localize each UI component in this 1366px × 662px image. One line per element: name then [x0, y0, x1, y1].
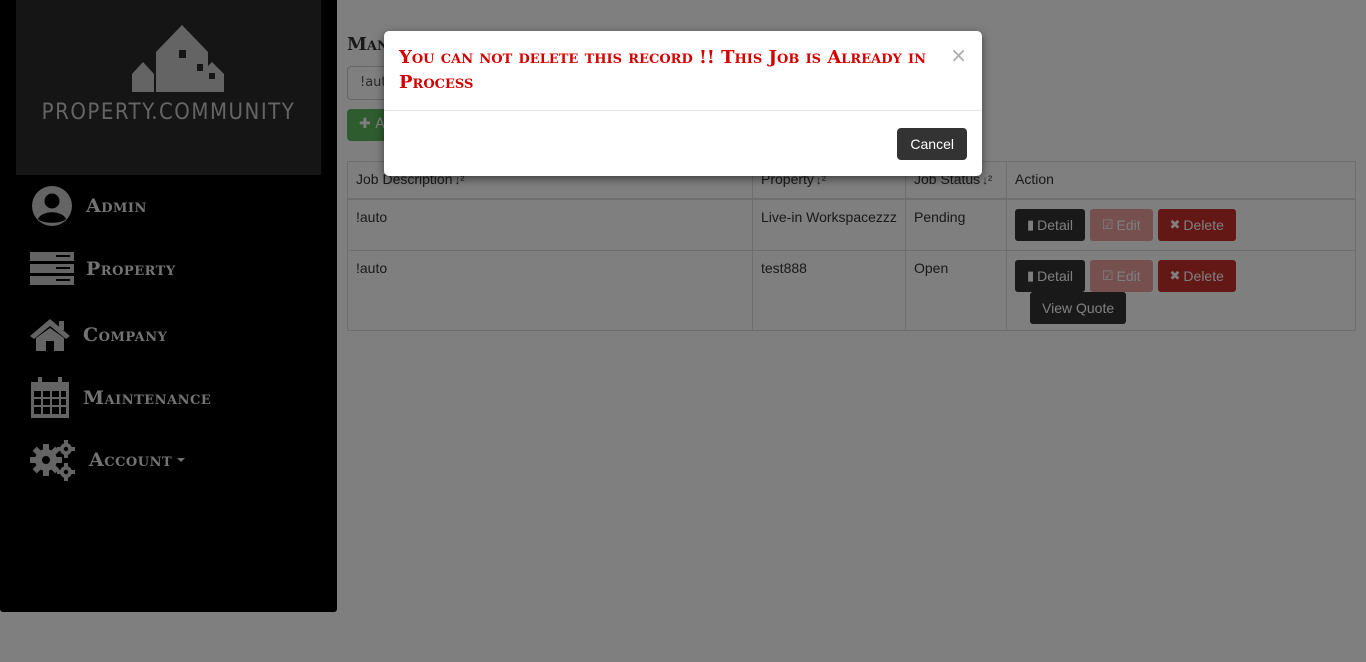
cancel-button[interactable]: Cancel: [897, 128, 967, 160]
close-icon[interactable]: ×: [950, 43, 967, 67]
modal-header: You can not delete this record !! This J…: [384, 31, 982, 111]
modal-dialog: You can not delete this record !! This J…: [384, 31, 982, 176]
modal-title: You can not delete this record !! This J…: [399, 47, 927, 93]
